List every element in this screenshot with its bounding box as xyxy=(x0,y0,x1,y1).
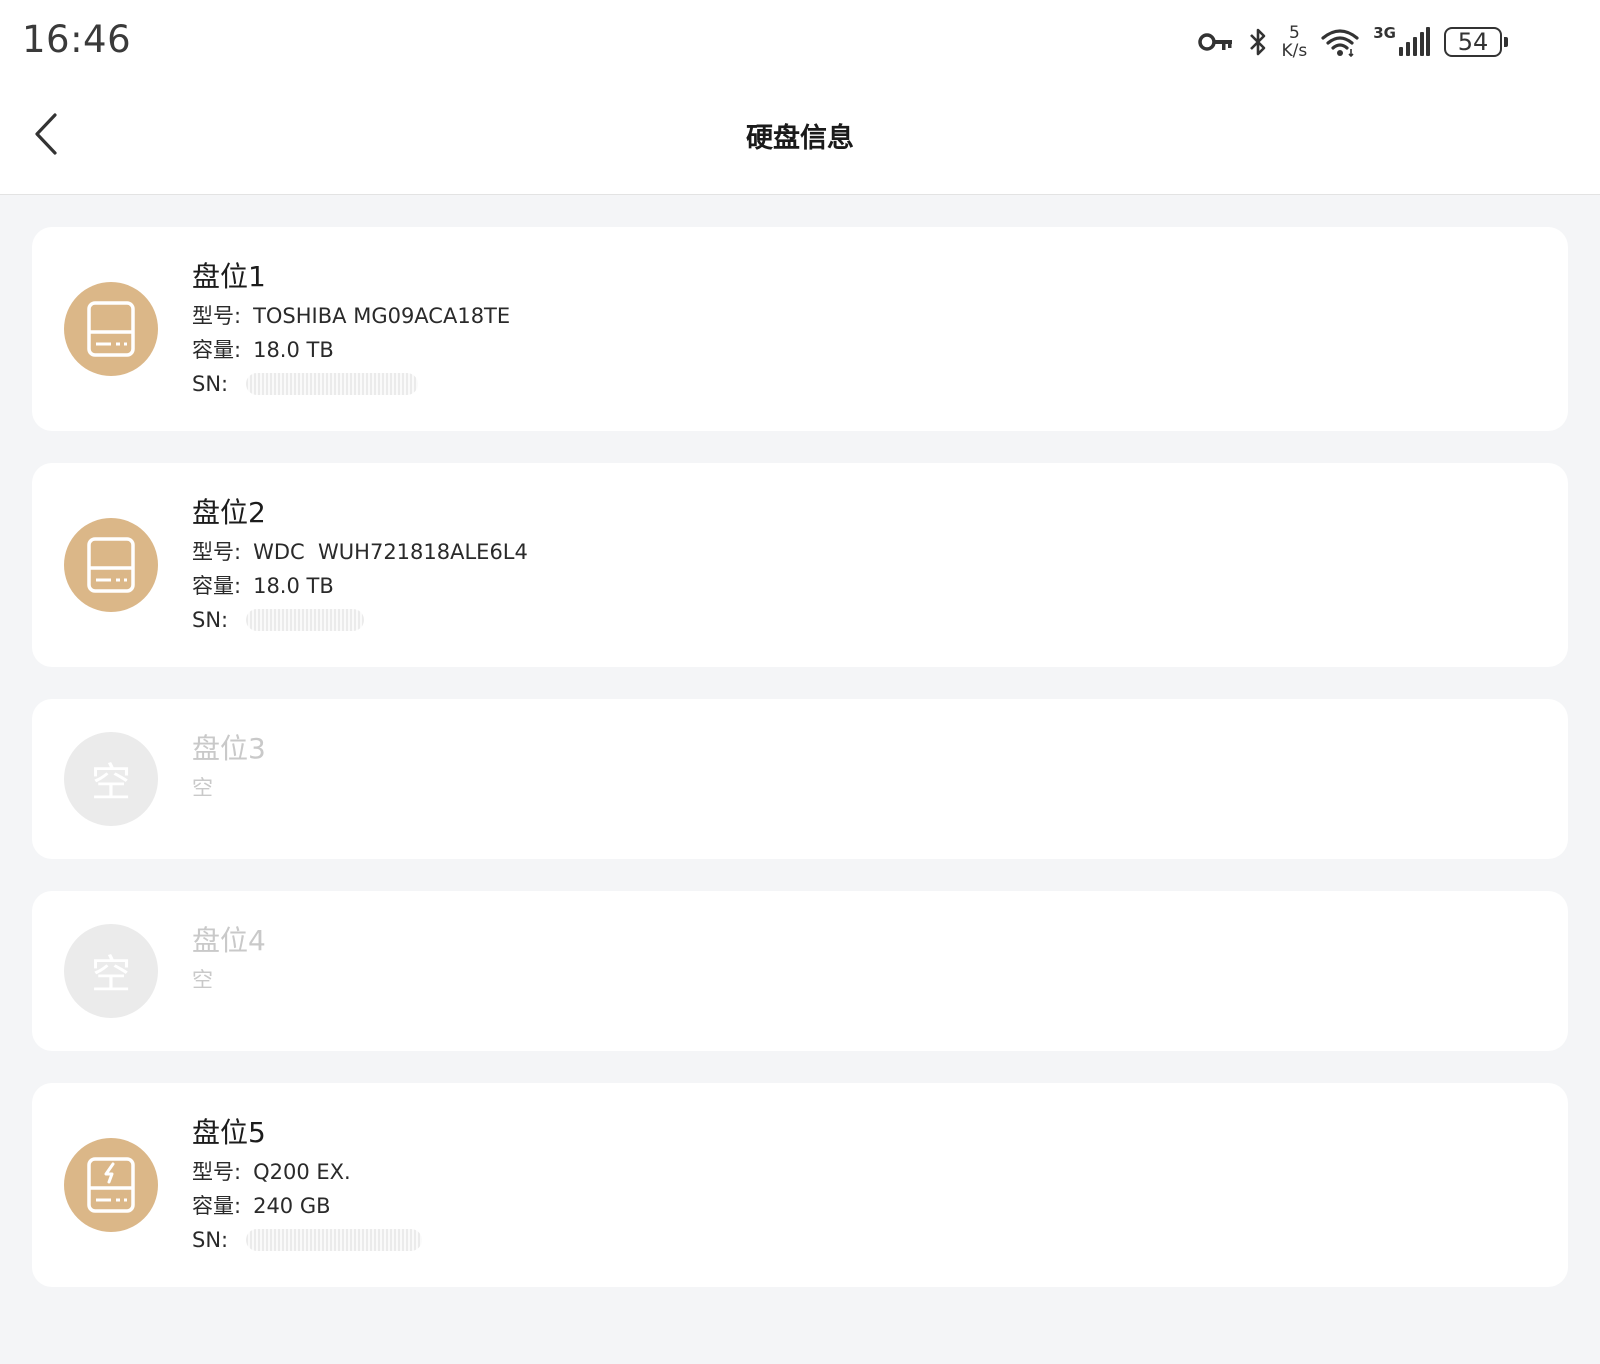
model-label: 型号: xyxy=(192,304,242,328)
sn-redacted xyxy=(246,373,419,395)
signal-icon xyxy=(1398,27,1430,57)
disk-info: 盘位2 型号: WDC WUH721818ALE6L4 容量: 18.0 TB … xyxy=(192,495,528,637)
slot-title: 盘位5 xyxy=(192,1116,266,1149)
page-title: 硬盘信息 xyxy=(746,123,854,154)
disk-slot-3[interactable]: 空 盘位3 空 xyxy=(32,699,1568,859)
model-label: 型号: xyxy=(192,540,242,564)
capacity-label: 容量: xyxy=(192,338,242,362)
sn-row: SN: xyxy=(192,367,510,401)
disk-info: 盘位1 型号: TOSHIBA MG09ACA18TE 容量: 18.0 TB … xyxy=(192,259,510,401)
disk-avatar-empty: 空 xyxy=(64,924,158,1018)
model-value: TOSHIBA MG09ACA18TE xyxy=(253,304,511,328)
sn-row: SN: xyxy=(192,603,528,637)
model-row: 型号: WDC WUH721818ALE6L4 xyxy=(192,535,528,569)
sn-row: SN: xyxy=(192,1223,423,1257)
empty-label: 空 xyxy=(192,968,213,992)
disk-avatar xyxy=(64,518,158,612)
empty-avatar-text: 空 xyxy=(91,760,131,806)
ssd-icon xyxy=(87,1157,135,1213)
status-icons: 5 K/s 3G 54 xyxy=(1197,20,1508,64)
disk-list: 盘位1 型号: TOSHIBA MG09ACA18TE 容量: 18.0 TB … xyxy=(32,227,1568,1319)
disk-slot-2[interactable]: 盘位2 型号: WDC WUH721818ALE6L4 容量: 18.0 TB … xyxy=(32,463,1568,667)
empty-label: 空 xyxy=(192,776,213,800)
capacity-value: 18.0 TB xyxy=(253,574,334,598)
hdd-icon xyxy=(87,537,135,593)
disk-avatar-empty: 空 xyxy=(64,732,158,826)
capacity-row: 容量: 18.0 TB xyxy=(192,569,528,603)
disk-info: 盘位4 空 xyxy=(192,923,266,997)
slot-title: 盘位3 xyxy=(192,732,266,765)
capacity-row: 容量: 240 GB xyxy=(192,1189,422,1223)
nav-bar: 硬盘信息 xyxy=(0,84,1600,194)
sn-label: SN: xyxy=(192,608,229,632)
network-speed: 5 K/s xyxy=(1282,24,1308,60)
battery-level: 54 xyxy=(1457,28,1489,56)
capacity-row: 容量: 18.0 TB xyxy=(192,333,510,367)
network-type: 3G xyxy=(1373,24,1396,42)
model-value: WDC WUH721818ALE6L4 xyxy=(253,540,528,564)
bluetooth-icon xyxy=(1248,26,1268,58)
capacity-value: 18.0 TB xyxy=(253,338,334,362)
model-row: 型号: Q200 EX. xyxy=(192,1155,422,1189)
model-value: Q200 EX. xyxy=(253,1160,351,1184)
disk-info: 盘位5 型号: Q200 EX. 容量: 240 GB SN: xyxy=(192,1115,423,1257)
capacity-label: 容量: xyxy=(192,1194,242,1218)
disk-avatar xyxy=(64,282,158,376)
wifi-icon xyxy=(1321,27,1359,57)
sn-redacted xyxy=(246,1229,423,1251)
slot-title: 盘位4 xyxy=(192,924,266,957)
header: 16:46 5 K/s 3G 54 硬盘信息 xyxy=(0,0,1600,195)
sn-label: SN: xyxy=(192,372,229,396)
disk-slot-4[interactable]: 空 盘位4 空 xyxy=(32,891,1568,1051)
capacity-label: 容量: xyxy=(192,574,242,598)
slot-title: 盘位1 xyxy=(192,260,266,293)
sn-label: SN: xyxy=(192,1228,229,1252)
vpn-key-icon xyxy=(1197,31,1234,53)
model-row: 型号: TOSHIBA MG09ACA18TE xyxy=(192,299,510,333)
hdd-icon xyxy=(87,301,135,357)
model-label: 型号: xyxy=(192,1160,242,1184)
sn-redacted xyxy=(246,609,365,631)
empty-avatar-text: 空 xyxy=(91,952,131,998)
disk-slot-5[interactable]: 盘位5 型号: Q200 EX. 容量: 240 GB SN: xyxy=(32,1083,1568,1287)
status-bar: 16:46 5 K/s 3G 54 xyxy=(0,0,1600,84)
capacity-value: 240 GB xyxy=(253,1194,331,1218)
disk-avatar xyxy=(64,1138,158,1232)
disk-slot-1[interactable]: 盘位1 型号: TOSHIBA MG09ACA18TE 容量: 18.0 TB … xyxy=(32,227,1568,431)
network-speed-value: 5 xyxy=(1288,23,1300,43)
battery-icon: 54 xyxy=(1444,27,1508,57)
status-time: 16:46 xyxy=(22,18,132,61)
network-speed-unit: K/s xyxy=(1281,41,1308,61)
disk-info: 盘位3 空 xyxy=(192,731,266,805)
slot-title: 盘位2 xyxy=(192,496,266,529)
